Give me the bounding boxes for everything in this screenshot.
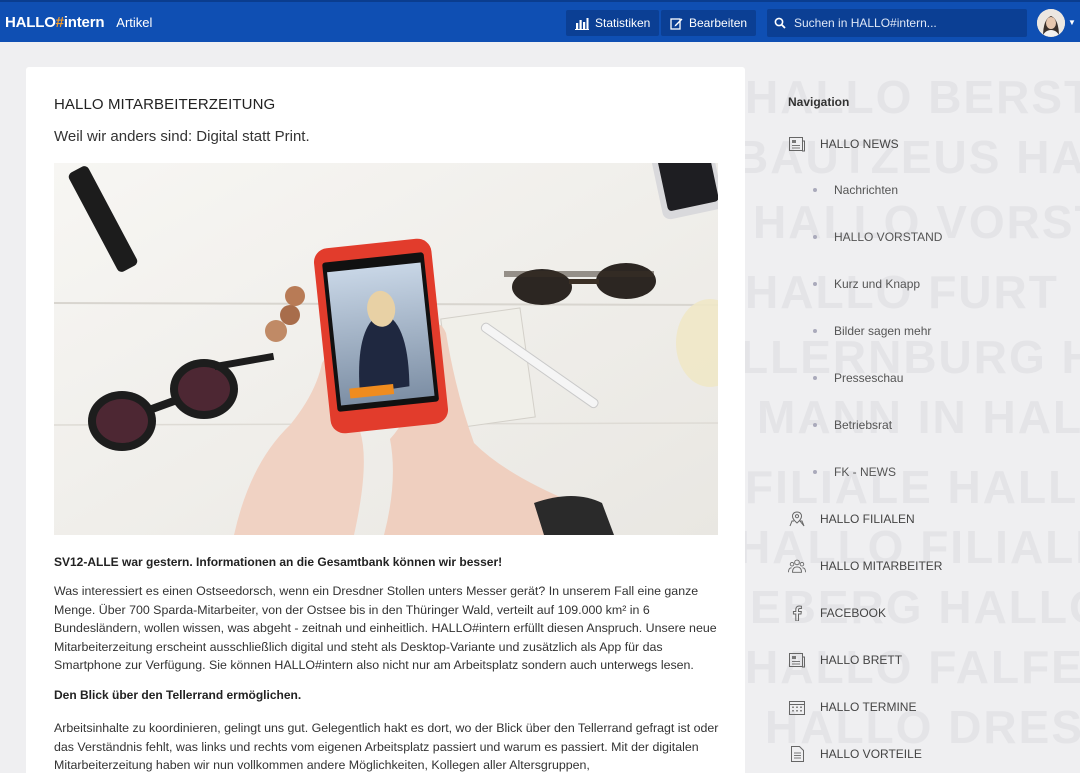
bullet-icon [813,329,817,333]
nav-item-hallo-mitarbeiter[interactable]: HALLO MITARBEITER [788,556,942,576]
nav-item-hallo-termine[interactable]: HALLO TERMINE [788,697,916,717]
nav-item-hallo-filialen[interactable]: HALLO FILIALEN [788,509,915,529]
chevron-down-icon[interactable]: ▼ [1068,18,1076,27]
document-icon [788,745,806,763]
nav-subitem-vorstand[interactable]: HALLO VORSTAND [813,228,942,246]
user-avatar[interactable] [1037,9,1065,37]
article-title: HALLO MITARBEITERZEITUNG [54,96,276,113]
search-input[interactable] [794,16,1004,30]
navigation-heading: Navigation [788,95,850,109]
watermark-line: MANN IN HALLO [757,391,1080,443]
statistics-button[interactable]: Statistiken [566,10,660,36]
logo-hash: # [55,13,64,31]
nav-item-hallo-brett[interactable]: HALLO BRETT [788,650,902,670]
nav-sublabel: FK - NEWS [834,465,896,479]
nav-sublabel: Presseschau [834,371,904,385]
nav-subitem-presseschau[interactable]: Presseschau [813,369,903,387]
nav-sublabel: HALLO VORSTAND [834,230,943,244]
nav-subitem-betriebsrat[interactable]: Betriebsrat [813,416,892,434]
watermark-line: FILIALE HALLO [745,461,1080,513]
nav-subitem-kurz-und-knapp[interactable]: Kurz und Knapp [813,275,920,293]
statistics-label: Statistiken [595,16,651,30]
calendar-icon [788,698,806,716]
edit-label: Bearbeiten [689,16,748,30]
logo-suffix: intern [63,13,105,31]
map-pin-icon [788,510,806,528]
nav-sublabel: Bilder sagen mehr [834,324,932,338]
nav-sublabel: Nachrichten [834,183,899,197]
article-paragraph: Arbeitsinhalte zu koordinieren, gelingt … [54,721,719,773]
bullet-icon [813,423,817,427]
logo-prefix: HALLO [5,13,56,31]
nav-subitem-fk-news[interactable]: FK - NEWS [813,463,896,481]
nav-label: HALLO FILIALEN [820,512,915,526]
nav-subitem-nachrichten[interactable]: Nachrichten [813,181,898,199]
app-logo[interactable]: HALLO # intern [5,14,104,31]
article-lead: SV12-ALLE war gestern. Informationen an … [54,555,503,569]
nav-label: HALLO BRETT [820,653,903,667]
nav-subitem-bilder[interactable]: Bilder sagen mehr [813,322,931,340]
bullet-icon [813,376,817,380]
bar-chart-icon [575,17,589,30]
search-icon [774,17,786,29]
bullet-icon [813,470,817,474]
search-box[interactable] [767,9,1027,37]
avatar-image [1037,9,1065,37]
nav-item-hallo-news[interactable]: HALLO NEWS [788,134,899,154]
nav-label: HALLO MITARBEITER [820,559,943,573]
top-bar: HALLO # intern Artikel Statistiken Bearbei… [0,0,1080,42]
article-subheading: Den Blick über den Tellerrand ermögliche… [54,688,302,702]
facebook-icon [788,604,806,622]
bullet-icon [813,282,817,286]
nav-item-hallo-vorteile[interactable]: HALLO VORTEILE [788,744,922,764]
users-icon [788,557,806,575]
bullet-icon [813,188,817,192]
edit-button[interactable]: Bearbeiten [661,10,757,36]
bullet-icon [813,235,817,239]
board-icon [788,651,806,669]
nav-sublabel: Betriebsrat [834,418,893,432]
newspaper-icon [788,135,806,153]
article-paragraph: Was interessiert es einen Ostseedorsch, … [54,584,717,673]
section-link-artikel[interactable]: Artikel [116,15,152,30]
nav-label: HALLO VORTEILE [820,747,922,761]
nav-label: FACEBOOK [820,606,887,620]
nav-label: HALLO TERMINE [820,700,917,714]
article-card: HALLO MITARBEITERZEITUNG Weil wir anders… [26,67,745,773]
nav-sublabel: Kurz und Knapp [834,277,921,291]
hero-photo [54,163,718,535]
nav-label: HALLO NEWS [820,137,899,151]
hero-image [54,163,718,535]
nav-item-facebook[interactable]: FACEBOOK [788,603,886,623]
edit-icon [670,17,683,30]
article-subtitle: Weil wir anders sind: Digital statt Prin… [54,128,310,145]
